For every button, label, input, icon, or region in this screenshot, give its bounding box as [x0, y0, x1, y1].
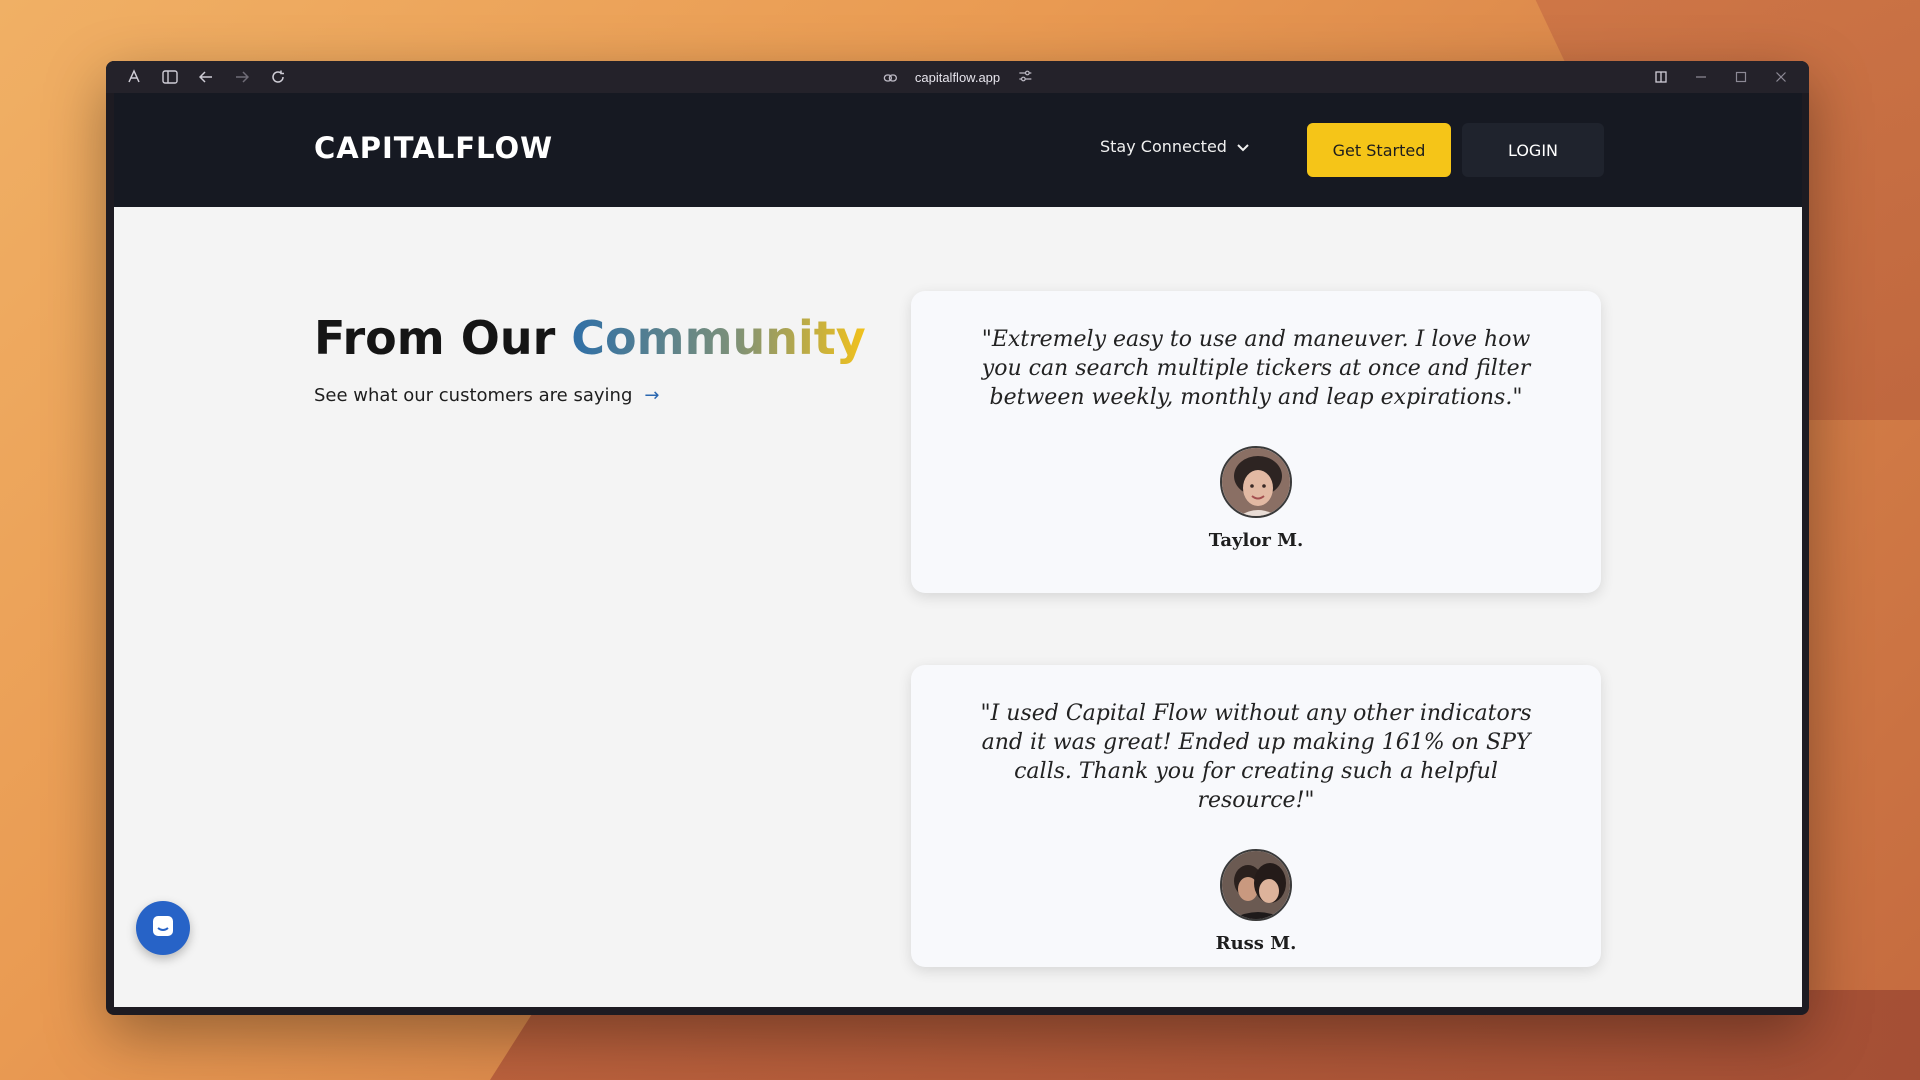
- dropdown-label: Stay Connected: [1100, 137, 1227, 156]
- login-button[interactable]: LOGIN: [1462, 123, 1604, 177]
- testimonial-quote: "I used Capital Flow without any other i…: [980, 701, 1532, 813]
- page-viewport: CAPITALFLOW Stay Connected Get Started L…: [114, 93, 1802, 1007]
- address-bar[interactable]: capitalflow.app: [883, 61, 1032, 93]
- testimonial-author: Taylor M.: [1208, 530, 1304, 551]
- minimize-icon[interactable]: [1681, 63, 1721, 91]
- tune-icon[interactable]: [1018, 70, 1032, 85]
- chevron-down-icon: [1237, 137, 1249, 156]
- testimonial-author: Russ M.: [1215, 933, 1297, 954]
- arrow-right-icon: →: [644, 385, 660, 406]
- extension-icon[interactable]: [116, 63, 152, 91]
- window-controls: [1641, 61, 1801, 93]
- maximize-icon[interactable]: [1721, 63, 1761, 91]
- testimonial-card: "I used Capital Flow without any other i…: [911, 665, 1601, 967]
- section-heading: From Our Community: [314, 311, 866, 365]
- link-icon: [883, 70, 897, 85]
- split-view-icon[interactable]: [1641, 63, 1681, 91]
- back-arrow-icon[interactable]: [188, 63, 224, 91]
- testimonial-quote: "Extremely easy to use and maneuver. I l…: [981, 327, 1531, 410]
- site-header: CAPITALFLOW Stay Connected Get Started L…: [114, 93, 1802, 207]
- reload-icon[interactable]: [260, 63, 296, 91]
- heading-prefix: From Our: [314, 311, 556, 365]
- get-started-button[interactable]: Get Started: [1307, 123, 1451, 177]
- chat-icon: [150, 913, 176, 943]
- browser-window: capitalflow.app CAPITALFLOW Stay Connect…: [106, 61, 1809, 1015]
- browser-titlebar: capitalflow.app: [106, 61, 1809, 93]
- avatar: [1220, 446, 1292, 518]
- url-text[interactable]: capitalflow.app: [915, 70, 1000, 85]
- sidebar-icon[interactable]: [152, 63, 188, 91]
- heading-accent: Community: [571, 311, 866, 365]
- avatar: [1220, 849, 1292, 921]
- browser-toolbar-left: [106, 63, 296, 91]
- section-subheading[interactable]: See what our customers are saying →: [314, 385, 659, 406]
- stay-connected-dropdown[interactable]: Stay Connected: [1100, 137, 1249, 156]
- close-icon[interactable]: [1761, 63, 1801, 91]
- chat-launcher-button[interactable]: [136, 901, 190, 955]
- testimonial-card: "Extremely easy to use and maneuver. I l…: [911, 291, 1601, 593]
- forward-arrow-icon[interactable]: [224, 63, 260, 91]
- subheading-text: See what our customers are saying: [314, 385, 633, 406]
- site-logo[interactable]: CAPITALFLOW: [314, 131, 553, 165]
